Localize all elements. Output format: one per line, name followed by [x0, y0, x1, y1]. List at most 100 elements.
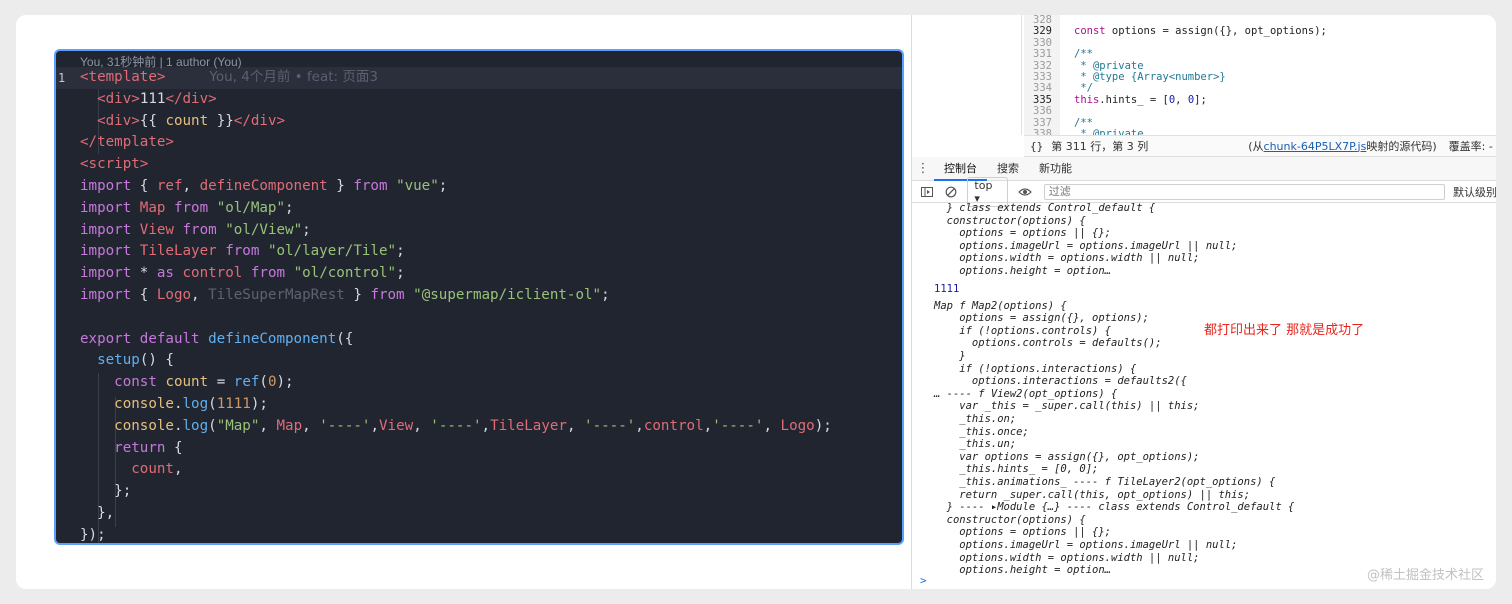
eye-icon[interactable]: [1016, 183, 1034, 201]
console-line[interactable]: if (!options.controls) {: [934, 325, 1111, 338]
source-line[interactable]: 335 this.hints_ = [0, 0];: [1024, 94, 1327, 106]
code-line[interactable]: import { ref, defineComponent } from "vu…: [80, 176, 832, 198]
console-line[interactable]: _this.hints_ = [0, 0];: [934, 463, 1098, 476]
source-code[interactable]: 328 329 const options = assign({}, opt_opt…: [1024, 15, 1327, 135]
code-token: from: [370, 286, 405, 303]
code-token: '----': [712, 417, 764, 434]
console-line[interactable]: options.controls = defaults();: [934, 337, 1162, 350]
console-line[interactable]: Map f Map2(options) {: [934, 300, 1067, 313]
code-line[interactable]: <script>: [80, 154, 832, 176]
code-line[interactable]: import View from "ol/View";: [80, 220, 832, 242]
console-line[interactable]: options.height = option…: [934, 564, 1111, 577]
console-line[interactable]: } ---- ▸Module {…} ---- class extends Co…: [934, 501, 1295, 514]
console-prompt[interactable]: >: [920, 574, 927, 587]
console-line[interactable]: constructor(options) {: [934, 514, 1086, 527]
source-line[interactable]: 331 /**: [1024, 48, 1327, 60]
code-line[interactable]: [80, 307, 832, 329]
sidebar-toggle-icon[interactable]: [918, 183, 936, 201]
source-line[interactable]: 337/**: [1024, 116, 1327, 129]
code-token: "ol/control": [293, 265, 397, 282]
source-map-link[interactable]: chunk-64P5LX7P.js: [1264, 140, 1367, 153]
tab-whats-new[interactable]: 新功能: [1029, 157, 1082, 181]
code-line[interactable]: <template> You, 4个月前 • feat: 页面3: [80, 67, 832, 89]
code-line[interactable]: export default defineComponent({: [80, 329, 832, 351]
source-line[interactable]: 330: [1024, 37, 1327, 49]
code-line[interactable]: </template>: [80, 132, 832, 154]
code-line[interactable]: console.log("Map", Map, '----',View, '--…: [80, 416, 832, 438]
console-line[interactable]: options.width = options.width || null;: [934, 552, 1199, 565]
console-line[interactable]: options.height = option…: [934, 265, 1111, 278]
console-line[interactable]: return _super.call(this, opt_options) ||…: [934, 489, 1250, 502]
code-token: ,: [173, 461, 183, 478]
code-token: </template>: [80, 134, 174, 151]
code-token: ,: [191, 286, 209, 303]
filter-input[interactable]: [1043, 183, 1445, 200]
code-token: "Map": [216, 417, 260, 434]
console-line[interactable]: options.width = options.width || null;: [934, 252, 1199, 265]
console-line[interactable]: _this.once;: [934, 426, 1029, 439]
console-line[interactable]: options.interactions = defaults2({: [934, 375, 1187, 388]
source-line-number[interactable]: 336: [1024, 105, 1056, 117]
log-levels-dropdown[interactable]: 默认级别: [1453, 184, 1496, 200]
console-line[interactable]: _this.animations_ ---- f TileLayer2(opt_…: [934, 476, 1275, 489]
code-line[interactable]: import * as control from "ol/control";: [80, 263, 832, 285]
console-line[interactable]: constructor(options) {: [934, 215, 1086, 228]
code-token: import: [80, 286, 132, 303]
code-line[interactable]: setup() {: [80, 350, 832, 372]
console-line[interactable]: options = assign({}, options);: [934, 312, 1149, 325]
code-line[interactable]: console.log(1111);: [80, 394, 832, 416]
code-editor[interactable]: You, 31秒钟前 | 1 author (You) 1 <template>…: [54, 49, 904, 545]
console-log-1111[interactable]: 1111: [934, 283, 959, 296]
console-line[interactable]: options = options || {};: [934, 227, 1111, 240]
code-line[interactable]: count,: [80, 459, 832, 481]
code-line[interactable]: import Map from "ol/Map";: [80, 198, 832, 220]
code-token: import: [80, 265, 132, 282]
console-line[interactable]: if (!options.interactions) {: [934, 363, 1136, 376]
pretty-print-icon[interactable]: {}: [1030, 140, 1043, 153]
console-line[interactable]: } class extends Control_default {: [934, 202, 1156, 215]
code-line[interactable]: },: [80, 503, 832, 525]
source-line-number[interactable]: 331: [1024, 48, 1056, 60]
code-line[interactable]: import { Logo, TileSuperMapRest } from "…: [80, 285, 832, 307]
code-content[interactable]: <template> You, 4个月前 • feat: 页面3 <div>111…: [80, 67, 832, 543]
code-line[interactable]: });: [80, 525, 832, 543]
source-line[interactable]: 329 const options = assign({}, opt_option…: [1024, 25, 1327, 37]
code-line[interactable]: return {: [80, 438, 832, 460]
console-line[interactable]: options.imageUrl = options.imageUrl || n…: [934, 539, 1237, 552]
code-token: ,: [370, 417, 380, 434]
source-line[interactable]: 336: [1024, 105, 1327, 117]
console-line[interactable]: _this.un;: [934, 438, 1016, 451]
code-token: ,: [413, 417, 431, 434]
code-line[interactable]: <div>111</div>: [80, 89, 832, 111]
source-token: /**: [1074, 116, 1093, 129]
console-line[interactable]: _this.on;: [934, 413, 1016, 426]
source-line[interactable]: 333 * @type {Array<number>}: [1024, 71, 1327, 83]
file-navigator[interactable]: [912, 15, 1022, 135]
code-token: export: [80, 330, 132, 347]
code-token: (: [259, 374, 268, 391]
clear-console-icon[interactable]: [942, 183, 960, 201]
source-line-code: this.hints_ = [0, 0];: [1056, 94, 1207, 106]
console-line[interactable]: var options = assign({}, opt_options);: [934, 451, 1199, 464]
kebab-menu-icon[interactable]: ⋮: [912, 161, 934, 176]
console-line[interactable]: options.imageUrl = options.imageUrl || n…: [934, 240, 1237, 253]
code-line[interactable]: <div>{{ count }}</div>: [80, 111, 832, 133]
console-line[interactable]: var _this = _super.call(this) || this;: [934, 400, 1199, 413]
code-token: default: [139, 330, 200, 347]
code-line[interactable]: };: [80, 481, 832, 503]
code-token: as: [156, 265, 174, 282]
code-line[interactable]: const count = ref(0);: [80, 372, 832, 394]
console-output[interactable]: 都打印出来了 那就是成功了 > } class extends Control_…: [912, 202, 1496, 589]
console-line[interactable]: }: [934, 350, 965, 363]
console-line[interactable]: … ---- f View2(opt_options) {: [934, 388, 1117, 401]
console-line[interactable]: options = options || {};: [934, 526, 1111, 539]
code-line[interactable]: import TileLayer from "ol/layer/Tile";: [80, 241, 832, 263]
code-token: Map: [139, 199, 166, 216]
code-token: ,: [635, 417, 644, 434]
